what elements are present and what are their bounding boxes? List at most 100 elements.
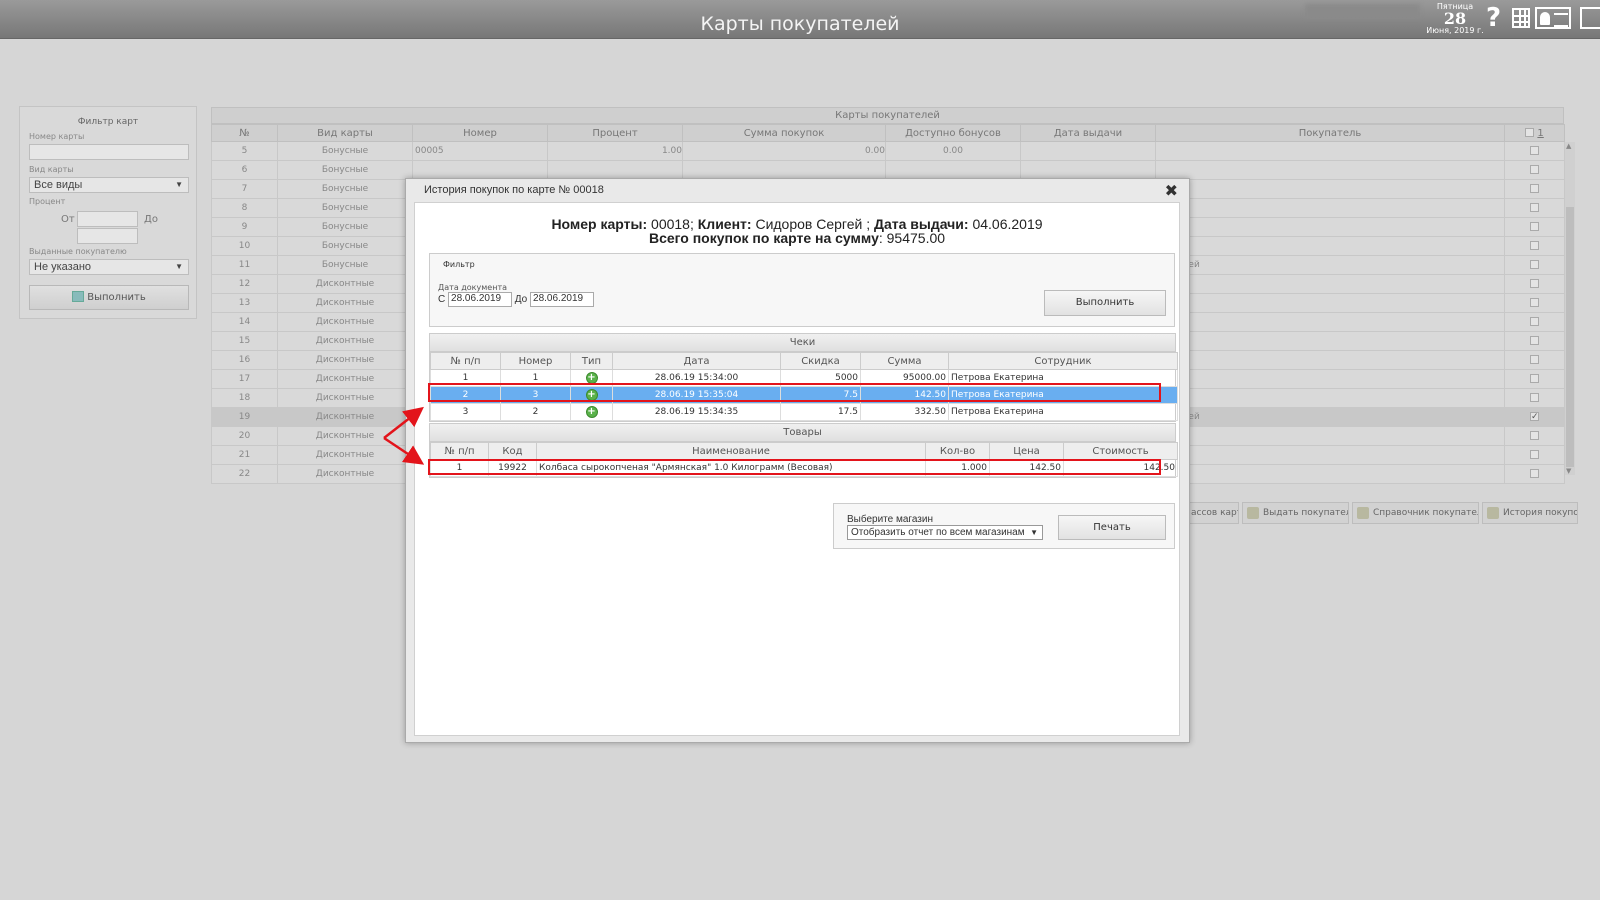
date-from-input[interactable]: 28.06.2019 [448, 292, 513, 307]
purchase-history-button[interactable]: История покупок [1482, 502, 1578, 524]
row-checkbox[interactable] [1530, 317, 1539, 326]
row-checkbox[interactable] [1530, 355, 1539, 364]
checks-col-sum[interactable]: Сумма [860, 352, 949, 370]
goods-col-n[interactable]: № п/п [430, 442, 489, 460]
date-day: 28 [1443, 9, 1467, 28]
row-card-type: Бонусные [277, 141, 413, 161]
checks-col-number[interactable]: Номер [500, 352, 571, 370]
row-buyer [1155, 426, 1505, 446]
check-count[interactable]: 1 [1537, 128, 1543, 139]
col-header-buyer[interactable]: Покупатель [1155, 124, 1505, 142]
goods-col-price[interactable]: Цена [989, 442, 1064, 460]
percent-from-input[interactable] [77, 211, 138, 227]
row-buyer [1155, 274, 1505, 294]
row-checkbox[interactable] [1530, 165, 1539, 174]
chevron-down-icon: ▼ [1030, 528, 1038, 537]
row-checkbox[interactable] [1530, 431, 1539, 440]
row-checkbox[interactable] [1530, 298, 1539, 307]
table-scrollbar[interactable]: ▲ ▼ [1565, 142, 1575, 475]
row-bonus: 0.00 [885, 141, 1021, 161]
row-check-cell [1504, 293, 1565, 313]
run-icon [72, 291, 85, 302]
card-type-value: Все виды [34, 179, 83, 191]
row-check-cell [1504, 198, 1565, 218]
goods-col-name[interactable]: Наименование [536, 442, 926, 460]
col-header-date[interactable]: Дата выдачи [1020, 124, 1156, 142]
row-card-type: Дисконтные [277, 293, 413, 313]
checks-col-discount[interactable]: Скидка [780, 352, 861, 370]
row-checkbox[interactable] [1530, 184, 1539, 193]
row-checkbox[interactable] [1530, 241, 1539, 250]
table-row[interactable]: 6 Бонусные [211, 160, 1565, 180]
shop-select[interactable]: Отобразить отчет по всем магазинам ▼ [847, 525, 1043, 540]
row-check-cell [1504, 160, 1565, 180]
row-buyer [1155, 293, 1505, 313]
row-checkbox[interactable] [1530, 393, 1539, 402]
row-card-number: 00005 [412, 141, 548, 161]
check-row[interactable]: 3 2 +28.06.19 15:34:35 17.5 332.50 Петрова Ек… [430, 403, 1178, 421]
row-card-type: Дисконтные [277, 312, 413, 332]
help-icon[interactable]: ? [1486, 3, 1501, 33]
row-checkbox[interactable] [1530, 469, 1539, 478]
row-check-cell [1504, 426, 1565, 446]
buyers-directory-button[interactable]: Справочник покупателей [1352, 502, 1479, 524]
checks-title: Чеки [430, 334, 1175, 352]
goods-col-code[interactable]: Код [488, 442, 537, 460]
modal-run-button[interactable]: Выполнить [1044, 290, 1166, 316]
shop-label: Выберите магазин [847, 514, 933, 525]
col-header-percent[interactable]: Процент [547, 124, 683, 142]
issue-to-buyer-button[interactable]: Выдать покупателю [1242, 502, 1349, 524]
row-card-type: Дисконтные [277, 331, 413, 351]
scroll-down-icon[interactable]: ▼ [1566, 467, 1571, 475]
row-number: 8 [211, 198, 278, 218]
row-checkbox[interactable] [1530, 412, 1539, 421]
row-check-cell [1504, 464, 1565, 484]
row-checkbox[interactable] [1530, 203, 1539, 212]
card-filter-panel: Фильтр карт Номер карты Вид карты Все ви… [19, 106, 197, 319]
date-to-input[interactable]: 28.06.2019 [530, 292, 595, 307]
row-checkbox[interactable] [1530, 222, 1539, 231]
calculator-icon[interactable] [1512, 8, 1530, 28]
row-number: 11 [211, 255, 278, 275]
row-buyer [1155, 198, 1505, 218]
checks-header-row: № п/п Номер Тип Дата Скидка Сумма Сотруд… [430, 352, 1178, 370]
row-check-cell [1504, 217, 1565, 237]
col-header-bonus[interactable]: Доступно бонусов [885, 124, 1021, 142]
goods-col-cost[interactable]: Стоимость [1063, 442, 1178, 460]
issue-card-icon [1247, 507, 1259, 519]
goods-col-qty[interactable]: Кол-во [925, 442, 990, 460]
exit-icon[interactable] [1580, 7, 1600, 29]
row-checkbox[interactable] [1530, 279, 1539, 288]
col-header-type[interactable]: Вид карты [277, 124, 413, 142]
print-button[interactable]: Печать [1058, 515, 1166, 540]
percent-to-input[interactable] [77, 228, 138, 244]
row-buyer: в Сергей [1155, 255, 1505, 275]
filter-run-button[interactable]: Выполнить [29, 285, 189, 310]
row-checkbox[interactable] [1530, 374, 1539, 383]
row-card-type: Дисконтные [277, 369, 413, 389]
col-header-sum[interactable]: Сумма покупок [682, 124, 886, 142]
annotation-arrows [383, 406, 425, 465]
row-card-type: Бонусные [277, 217, 413, 237]
checks-col-type[interactable]: Тип [570, 352, 613, 370]
card-type-select[interactable]: Все виды ▼ [29, 177, 189, 193]
issued-select[interactable]: Не указано ▼ [29, 259, 189, 275]
row-checkbox[interactable] [1530, 450, 1539, 459]
checks-col-date[interactable]: Дата [612, 352, 781, 370]
scroll-up-icon[interactable]: ▲ [1566, 142, 1571, 150]
card-number-input[interactable] [29, 144, 189, 160]
row-checkbox[interactable] [1530, 336, 1539, 345]
row-checkbox[interactable] [1530, 260, 1539, 269]
close-icon[interactable]: ✖ [1165, 181, 1178, 200]
user-card-icon[interactable] [1535, 7, 1571, 29]
row-checkbox[interactable] [1530, 146, 1539, 155]
checks-col-n[interactable]: № п/п [430, 352, 501, 370]
table-row[interactable]: 5 Бонусные 00005 1.00 0.00 0.00 [211, 141, 1565, 161]
select-all-checkbox[interactable] [1525, 128, 1535, 137]
col-header-n[interactable]: № [211, 124, 278, 142]
row-check-cell [1504, 179, 1565, 199]
scrollbar-thumb[interactable] [1566, 207, 1574, 467]
checks-col-employee[interactable]: Сотрудник [948, 352, 1178, 370]
check-employee: Петрова Екатерина [948, 403, 1178, 421]
col-header-number[interactable]: Номер [412, 124, 548, 142]
